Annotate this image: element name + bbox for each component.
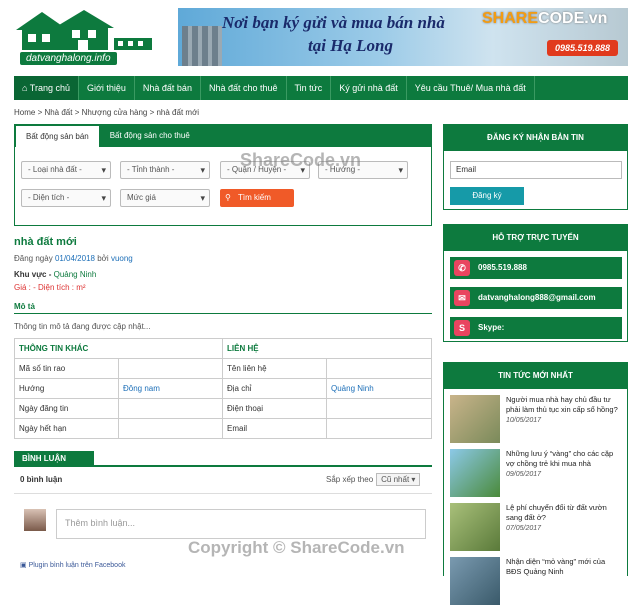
support-skype[interactable]: S Skype: xyxy=(450,317,622,339)
type-select[interactable]: - Loại nhà đất - xyxy=(21,161,111,179)
search-button[interactable]: ⚲ Tìm kiếm xyxy=(220,189,294,207)
house-logo-icon xyxy=(16,10,152,50)
table-row: Ngày đăng tin Điện thoại xyxy=(14,398,432,419)
sort-control: Sắp xếp theo Cũ nhất ▾ xyxy=(326,473,421,486)
info-table: THÔNG TIN KHÁC LIÊN HỆ Mã số tin rao Tên… xyxy=(14,338,432,439)
comment-input[interactable]: Thêm bình luận... xyxy=(56,509,426,539)
description-text: Thông tin mô tả đang được cập nhật... xyxy=(14,322,151,331)
comment-count: 0 bình luận xyxy=(20,475,63,484)
nav-request[interactable]: Yêu cầu Thuê/ Mua nhà đất xyxy=(407,76,535,100)
main-nav: ⌂ Trang chủ Giới thiệu Nhà đất bán Nhà đ… xyxy=(14,76,628,100)
banner-line-1: Nơi bạn ký gửi và mua bán nhà xyxy=(222,13,445,32)
news-item[interactable]: Nhận diện “mỏ vàng” mới của BĐS Quảng Ni… xyxy=(450,557,622,607)
support-title: HỖ TRỢ TRỰC TUYẾN xyxy=(444,225,627,251)
facebook-icon: ▣ xyxy=(20,562,29,569)
support-box: HỖ TRỢ TRỰC TUYẾN ✆ 0985.519.888 ✉ datvang… xyxy=(443,224,628,342)
description-heading: Mô tả xyxy=(14,302,432,314)
subscribe-title: ĐĂNG KÝ NHẬN BẢN TIN xyxy=(444,125,627,151)
author-link[interactable]: vuong xyxy=(111,254,133,263)
mail-icon: ✉ xyxy=(454,290,470,306)
subscribe-button[interactable]: Đăng ký xyxy=(450,187,524,205)
listing-area: Khu vực - Quảng Ninh xyxy=(14,270,97,279)
nav-rent[interactable]: Nhà đất cho thuê xyxy=(201,76,287,100)
news-thumbnail xyxy=(450,395,500,443)
listing-detail: nhà đất mới Đăng ngày 01/04/2018 bởi vuo… xyxy=(14,236,432,331)
email-field[interactable]: Email xyxy=(450,161,622,179)
news-item[interactable]: Người mua nhà hay chủ đầu tư phải làm th… xyxy=(450,395,622,445)
tab-sale[interactable]: Bất động sản bán xyxy=(15,125,100,147)
comments-header: BÌNH LUẬN xyxy=(14,451,94,466)
header: datvanghalong.info Nơi bạn ký gửi và mua… xyxy=(0,0,640,72)
home-icon: ⌂ xyxy=(22,83,30,93)
sharecode-watermark: SHARECODE.vn xyxy=(482,10,608,27)
phone-icon: ✆ xyxy=(454,260,470,276)
subscribe-box: ĐĂNG KÝ NHẬN BẢN TIN Email Đăng ký xyxy=(443,124,628,210)
watermark-mid: ShareCode.vn xyxy=(240,150,362,170)
news-item[interactable]: Lệ phí chuyển đổi từ đất vườn sang đất ở… xyxy=(450,503,622,553)
contact-header: LIÊN HỆ xyxy=(222,338,432,359)
news-thumbnail xyxy=(450,449,500,497)
tab-rent[interactable]: Bất động sản cho thuê xyxy=(100,125,200,147)
watermark-bottom: Copyright © ShareCode.vn xyxy=(188,538,405,557)
support-email[interactable]: ✉ datvanghalong888@gmail.com xyxy=(450,287,622,309)
listing-price: Giá : - Diện tích : m² xyxy=(14,283,86,292)
banner-line-2: tại Hạ Long xyxy=(308,36,394,55)
nav-home[interactable]: ⌂ Trang chủ xyxy=(14,76,79,100)
other-info-header: THÔNG TIN KHÁC xyxy=(14,338,223,359)
table-row: Mã số tin rao Tên liên hệ xyxy=(14,358,432,379)
news-item[interactable]: Những lưu ý “vàng” cho các cặp vợ chồng … xyxy=(450,449,622,499)
table-row: Hướng Đông nam Địa chỉ Quảng Ninh xyxy=(14,378,432,399)
price-select[interactable]: Mức giá xyxy=(120,189,210,207)
nav-about[interactable]: Giới thiệu xyxy=(79,76,135,100)
province-select[interactable]: - Tỉnh thành - xyxy=(120,161,210,179)
sort-select[interactable]: Cũ nhất ▾ xyxy=(376,473,421,486)
avatar xyxy=(24,509,46,531)
area-select[interactable]: - Diện tích - xyxy=(21,189,111,207)
skype-icon: S xyxy=(454,320,470,336)
search-panel: Bất động sản bán Bất động sản cho thuê -… xyxy=(14,124,432,226)
search-icon: ⚲ xyxy=(225,193,231,202)
listing-title: nhà đất mới xyxy=(14,236,77,248)
nav-sale[interactable]: Nhà đất bán xyxy=(135,76,201,100)
news-box: TIN TỨC MỚI NHẤT Người mua nhà hay chủ đ… xyxy=(443,362,628,605)
facebook-plugin-link[interactable]: ▣ Plugin bình luận trên Facebook xyxy=(20,561,125,569)
comments-section: BÌNH LUẬN 0 bình luận Sắp xếp theo Cũ nhấ… xyxy=(14,451,432,569)
nav-consign[interactable]: Ký gửi nhà đất xyxy=(331,76,407,100)
news-title: TIN TỨC MỚI NHẤT xyxy=(444,363,627,389)
news-thumbnail xyxy=(450,503,500,551)
listing-meta: Đăng ngày 01/04/2018 bởi vuong xyxy=(14,254,133,263)
breadcrumb: Home > Nhà đất > Nhượng cửa hàng > nhà đ… xyxy=(14,108,200,117)
table-row: Ngày hết hạn Email xyxy=(14,418,432,439)
nav-news[interactable]: Tin tức xyxy=(287,76,332,100)
posted-date[interactable]: 01/04/2018 xyxy=(55,254,95,263)
site-logo[interactable]: datvanghalong.info xyxy=(14,8,154,66)
site-name: datvanghalong.info xyxy=(20,52,117,65)
banner-phone: 0985.519.888 xyxy=(546,40,618,56)
support-phone[interactable]: ✆ 0985.519.888 xyxy=(450,257,622,279)
news-thumbnail xyxy=(450,557,500,605)
city-image xyxy=(182,26,222,66)
